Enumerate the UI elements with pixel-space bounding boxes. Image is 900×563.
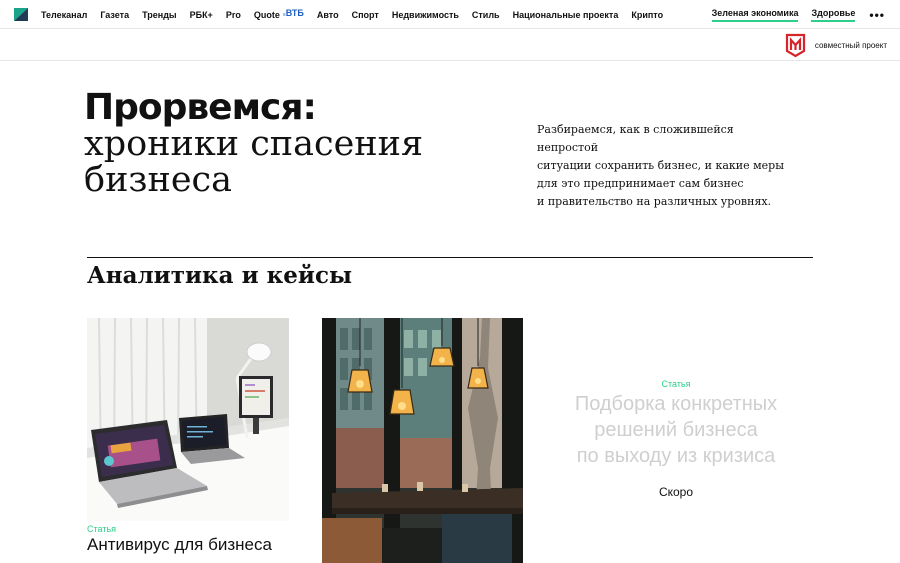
section-title: Аналитика и кейсы (87, 262, 353, 289)
ellipsis-icon[interactable]: ••• (869, 8, 885, 22)
nav-item-gazeta[interactable]: Газета (100, 10, 129, 20)
card-title-line: Подборка конкретных (574, 393, 778, 415)
nav-item-telekanal[interactable]: Телеканал (41, 10, 87, 20)
nav-item-trendy[interactable]: Тренды (142, 10, 177, 20)
laptops-on-desk-illustration (87, 318, 289, 521)
nav-right-menu: Зеленая экономика Здоровье ••• (699, 0, 885, 29)
page-subtitle-line-1: хроники спасения (84, 124, 424, 164)
article-card-coming-soon: Статья Подборка конкретных решений бизне… (540, 379, 812, 499)
page-subtitle: хроники спасения бизнеса (84, 126, 423, 198)
hero-description: Разбираемся, как в сложившейся непростой… (537, 121, 797, 211)
nav-item-sport[interactable]: Спорт (352, 10, 379, 20)
rbc-logo-icon[interactable] (14, 8, 28, 21)
card-title-line: решений бизнеса (594, 419, 758, 441)
card-title[interactable]: Антивирус для бизнеса (87, 535, 289, 555)
card-tag: Статья (87, 524, 117, 534)
nav-item-stil[interactable]: Стиль (472, 10, 500, 20)
hero-description-line: для это предпринимает сам бизнес (537, 177, 744, 190)
nav-item-rbc-plus[interactable]: РБК+ (190, 10, 213, 20)
vtb-partner-logo: ≡ВТБ (283, 8, 304, 18)
msp-logo-icon (785, 33, 805, 58)
nav-item-quote-label: Quote (253, 9, 280, 20)
nav-item-pro[interactable]: Pro (226, 10, 241, 20)
nav-item-avto[interactable]: Авто (317, 10, 339, 20)
nav-menu: Телеканал Газета Тренды РБК+ Pro Quote ≡… (41, 0, 676, 29)
nav-item-kripto[interactable]: Крипто (631, 10, 663, 20)
coming-soon-label: Скоро (658, 485, 694, 499)
card-title-line: по выходу из кризиса (576, 445, 776, 467)
page-title: Прорвемся: (84, 87, 317, 128)
nav-item-quote[interactable]: Quote ≡ВТБ (253, 8, 304, 20)
page-subtitle-line-2: бизнеса (84, 160, 232, 200)
top-navigation: Телеканал Газета Тренды РБК+ Pro Quote ≡… (0, 0, 900, 29)
partner-bar: совместный проект (0, 30, 900, 61)
nav-item-health[interactable]: Здоровье (811, 8, 856, 22)
section-divider (87, 257, 813, 258)
card-title: Подборка конкретных решений бизнеса по в… (540, 391, 812, 469)
card-tag: Статья (661, 379, 691, 389)
hero-description-line: ситуации сохранить бизнес, и какие меры (537, 159, 784, 172)
hero-description-line: Разбираемся, как в сложившейся непростой (537, 123, 734, 154)
nav-item-nedvizhimost[interactable]: Недвижимость (392, 10, 459, 20)
cafe-interior-illustration (322, 318, 523, 563)
nav-item-green-economy[interactable]: Зеленая экономика (711, 8, 799, 22)
nav-item-nacproekty[interactable]: Национальные проекта (513, 10, 619, 20)
article-card-antivirus[interactable]: Статья Антивирус для бизнеса (87, 318, 289, 555)
hero-description-line: и правительство на различных уровнях. (537, 195, 772, 208)
partner-block[interactable]: совместный проект (785, 33, 887, 58)
article-card-cafe[interactable] (322, 318, 523, 563)
partner-label: совместный проект (814, 41, 887, 50)
laptops-on-desk-photo (87, 318, 289, 521)
vtb-label: ВТБ (285, 7, 304, 18)
cafe-interior-photo (322, 318, 523, 563)
